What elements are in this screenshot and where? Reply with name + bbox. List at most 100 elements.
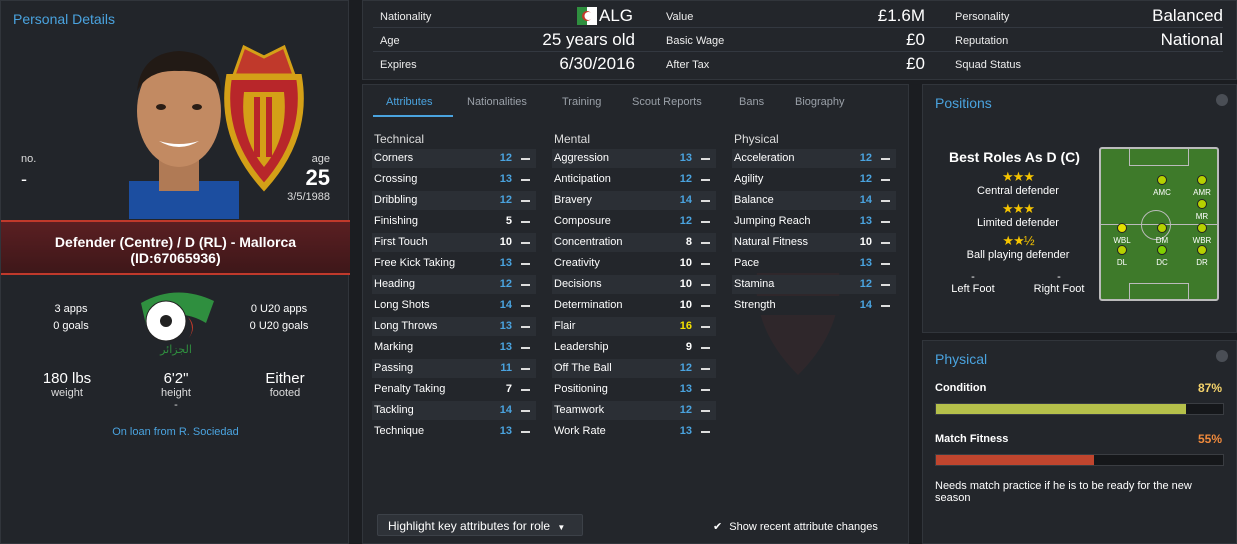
attribute-row[interactable]: Positioning 13 [552,380,716,399]
attribute-row[interactable]: Strength 14 [732,296,896,315]
attribute-row[interactable]: Off The Ball 12 [552,359,716,378]
role-name: Ball playing defender [966,249,1070,261]
pitch-label-dr: DR [1196,258,1208,267]
tab-bans[interactable]: Bans [739,96,764,108]
attribute-row[interactable]: Finishing 5 [372,212,536,231]
attribute-row[interactable]: Marking 13 [372,338,536,357]
highlight-attributes-dropdown[interactable]: Highlight key attributes for role ▼ [377,514,583,536]
match-fitness-label: Match Fitness [935,433,1009,445]
pitch-label-dc: DC [1156,258,1168,267]
attribute-row[interactable]: Passing 11 [372,359,536,378]
attribute-value: 13 [679,383,692,395]
change-indicator-icon [701,410,710,412]
attribute-row[interactable]: Determination 10 [552,296,716,315]
attribute-row[interactable]: Bravery 14 [552,191,716,210]
role-stars-icon: ★★★ [1002,169,1035,184]
attribute-row[interactable]: First Touch 10 [372,233,536,252]
collapse-icon[interactable] [1216,350,1228,362]
attribute-name: Heading [374,278,415,290]
position-dot-amc [1157,175,1167,185]
attribute-value: 12 [499,152,512,164]
attribute-row[interactable]: Leadership 9 [552,338,716,357]
attribute-value: 12 [679,173,692,185]
show-recent-changes-checkbox[interactable]: ✔ Show recent attribute changes [713,520,878,533]
attribute-row[interactable]: Long Shots 14 [372,296,536,315]
checkmark-icon: ✔ [713,521,723,533]
wage-value: £0 [906,30,925,49]
squad-status-label: Squad Status [955,59,1022,71]
attribute-name: Aggression [554,152,610,164]
change-indicator-icon [521,305,530,307]
attribute-row[interactable]: Penalty Taking 7 [372,380,536,399]
pitch-label-dl: DL [1116,258,1128,267]
attribute-name: Dribbling [374,194,418,206]
attribute-row[interactable]: Pace 13 [732,254,896,273]
attribute-row[interactable]: Composure 12 [552,212,716,231]
attribute-row[interactable]: Concentration 8 [552,233,716,252]
pitch-label-amc: AMC [1153,188,1171,197]
date-of-birth: 3/5/1988 [287,191,330,203]
change-indicator-icon [521,389,530,391]
attribute-row[interactable]: Jumping Reach 13 [732,212,896,231]
attribute-name: Jumping Reach [734,215,811,227]
attribute-row[interactable]: Agility 12 [732,170,896,189]
attribute-row[interactable]: Anticipation 12 [552,170,716,189]
attribute-value: 8 [685,236,692,248]
attribute-name: Creativity [554,257,600,269]
attribute-row[interactable]: Free Kick Taking 13 [372,254,536,273]
left-foot: - Left Foot [943,271,1003,295]
role-name: Central defender [977,185,1059,197]
tab-nationalities[interactable]: Nationalities [467,96,527,108]
physical-title: Physical [935,351,988,367]
tab-attributes[interactable]: Attributes [386,96,432,108]
aftertax-label: After Tax [666,59,710,71]
attribute-row[interactable]: Aggression 13 [552,149,716,168]
attribute-row[interactable]: Balance 14 [732,191,896,210]
collapse-icon[interactable] [1216,94,1228,106]
attribute-row[interactable]: Teamwork 12 [552,401,716,420]
position-dot-dm [1157,223,1167,233]
attribute-name: Off The Ball [554,362,612,374]
attribute-name: Technique [374,425,425,437]
attribute-name: Free Kick Taking [374,257,456,269]
attribute-row[interactable]: Crossing 13 [372,170,536,189]
attribute-row[interactable]: Flair 16 [552,317,716,336]
algeria-flag-icon [577,7,597,25]
attribute-value: 14 [499,404,512,416]
attribute-row[interactable]: Long Throws 13 [372,317,536,336]
attribute-name: First Touch [374,236,428,248]
attribute-row[interactable]: Dribbling 12 [372,191,536,210]
attribute-row[interactable]: Corners 12 [372,149,536,168]
match-fitness-bar [935,454,1224,466]
attribute-name: Anticipation [554,173,611,185]
positions-panel: Positions Best Roles As D (C) ★★★ Central… [922,84,1237,333]
change-indicator-icon [881,221,890,223]
attribute-row[interactable]: Technique 13 [372,422,536,441]
tab-training[interactable]: Training [562,96,601,108]
apps: 3 apps [54,303,88,315]
fitness-note: Needs match practice if he is to be read… [935,480,1192,504]
attribute-row[interactable]: Decisions 10 [552,275,716,294]
attribute-row[interactable]: Heading 12 [372,275,536,294]
attribute-row[interactable]: Natural Fitness 10 [732,233,896,252]
tab-biography[interactable]: Biography [795,96,845,108]
attribute-row[interactable]: Work Rate 13 [552,422,716,441]
change-indicator-icon [521,347,530,349]
attribute-row[interactable]: Tackling 14 [372,401,536,420]
attribute-row[interactable]: Creativity 10 [552,254,716,273]
weight: 180 lbs weight [17,370,117,399]
attribute-row[interactable]: Stamina 12 [732,275,896,294]
attribute-row[interactable]: Acceleration 12 [732,149,896,168]
attribute-name: Stamina [734,278,775,290]
personality-value: Balanced [1152,6,1223,25]
loan-link[interactable]: On loan from R. Sociedad [1,426,350,438]
attribute-name: Balance [734,194,774,206]
tab-scout-reports[interactable]: Scout Reports [632,96,702,108]
attribute-name: Finishing [374,215,419,227]
attribute-name: Pace [734,257,760,269]
number-label: no. [21,153,37,165]
attribute-value: 10 [679,278,692,290]
nationality-label: Nationality [380,11,432,23]
change-indicator-icon [701,200,710,202]
right-foot-value: - [1057,271,1061,283]
